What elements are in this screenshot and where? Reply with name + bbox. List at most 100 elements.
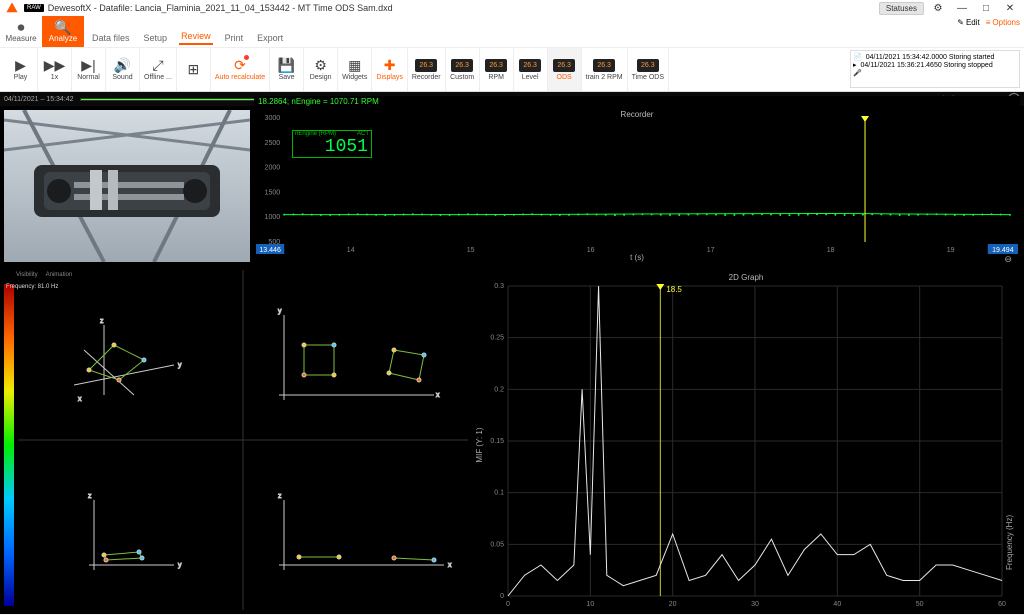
svg-text:x: x [78, 396, 82, 403]
event-row: 04/11/2021 15:34:42.0000 Storing started [866, 54, 995, 61]
svg-text:Frequency (Hz): Frequency (Hz) [1005, 515, 1014, 570]
svg-text:18: 18 [827, 247, 835, 254]
measure-tab[interactable]: ⏺ Measure [0, 16, 42, 47]
svg-text:x: x [448, 562, 452, 569]
speed-button[interactable]: ▶▶1x [38, 48, 72, 91]
svg-text:13.446: 13.446 [259, 247, 281, 254]
app-logo [4, 0, 20, 16]
play-button[interactable]: ▶Play [4, 48, 38, 91]
svg-text:0.2: 0.2 [494, 386, 504, 393]
settings-gear-icon[interactable]: ⚙ [928, 1, 948, 15]
svg-text:2D Graph: 2D Graph [729, 273, 764, 282]
recorder-button[interactable]: 26.3Recorder [408, 48, 446, 91]
svg-text:0.25: 0.25 [490, 335, 504, 342]
svg-text:14: 14 [347, 247, 355, 254]
analyze-label: Analyze [49, 34, 77, 43]
svg-text:60: 60 [998, 601, 1006, 608]
widgets-icon: ▦ [348, 58, 361, 72]
svg-text:MIF (Y: 1): MIF (Y: 1) [475, 427, 484, 462]
train2rpm-button[interactable]: 26.3train 2 RPM [582, 48, 628, 91]
auto-recalc-icon: ⟳ [234, 58, 246, 72]
offline-button[interactable]: ⤢Offline ... [140, 48, 177, 91]
rpm-button[interactable]: 26.3RPM [480, 48, 514, 91]
edit-link[interactable]: ✎ Edit [957, 18, 980, 27]
play-icon: ▶ [15, 58, 26, 72]
svg-text:⊖: ⊖ [1004, 254, 1012, 262]
measure-icon: ⏺ [18, 20, 25, 34]
svg-text:19.494: 19.494 [992, 247, 1014, 254]
recorder-readout: 18.2864; nEngine = 1070.71 RPM [254, 96, 1020, 107]
close-button[interactable]: ✕ [1000, 1, 1020, 15]
svg-text:0.15: 0.15 [490, 438, 504, 445]
svg-text:40: 40 [833, 601, 841, 608]
level-button[interactable]: 26.3Level [514, 48, 548, 91]
save-button[interactable]: 💾Save [270, 48, 304, 91]
svg-text:0: 0 [506, 601, 510, 608]
title-bar: RAW DewesoftX - Datafile: Lancia_Flamini… [0, 0, 1024, 16]
ods-button[interactable]: 26.3ODS [548, 48, 582, 91]
svg-text:z: z [88, 493, 92, 500]
svg-text:t (s): t (s) [630, 253, 644, 262]
main-tabs: ⏺ Measure 🔍 Analyze Data files Setup Revie… [0, 16, 1024, 48]
recorder-panel[interactable]: 18.2864; nEngine = 1070.71 RPM Recorder … [254, 110, 1020, 262]
svg-text:x: x [436, 392, 440, 399]
2d-graph-panel[interactable]: 2D Graph 18.5 00.050.10.150.20.250.3 010… [472, 270, 1020, 610]
analyze-icon: 🔍 [54, 20, 71, 34]
options-link[interactable]: ≡ Options [986, 18, 1020, 27]
raw-badge: RAW [24, 4, 44, 12]
timeods-button[interactable]: 26.3Time ODS [628, 48, 669, 91]
design-button[interactable]: ⚙Design [304, 48, 338, 91]
svg-text:y: y [178, 562, 182, 569]
video-panel[interactable] [4, 110, 250, 262]
subtab-setup[interactable]: Setup [142, 31, 170, 45]
svg-text:0.3: 0.3 [494, 283, 504, 290]
svg-text:y: y [178, 362, 182, 369]
minimize-button[interactable]: — [952, 1, 972, 15]
svg-text:10: 10 [586, 601, 594, 608]
svg-text:1000: 1000 [265, 214, 281, 221]
design-icon: ⚙ [314, 58, 327, 72]
speed-icon: ▶▶ [44, 58, 66, 72]
event-row: 04/11/2021 15:36:21.4650 Storing stopped [861, 62, 993, 69]
svg-text:z: z [278, 493, 282, 500]
subtab-print[interactable]: Print [223, 31, 246, 45]
toolbar: ▶Play▶▶1x▶|Normal🔊Sound⤢Offline ... ⊞ ⟳Aut… [0, 48, 1024, 92]
event-log: 📄 04/11/2021 15:34:42.0000 Storing starte… [850, 50, 1020, 88]
sound-button[interactable]: 🔊Sound [106, 48, 140, 91]
maximize-button[interactable]: □ [976, 1, 996, 15]
svg-text:19: 19 [947, 247, 955, 254]
svg-text:z: z [100, 318, 104, 325]
log-icon: 📄 [853, 53, 862, 61]
displays-button[interactable]: ✚Displays [372, 48, 407, 91]
auto-recalc-button[interactable]: ⟳Auto recalculate [211, 48, 270, 91]
analyze-tab[interactable]: 🔍 Analyze [42, 16, 84, 47]
subtab-data-files[interactable]: Data files [90, 31, 132, 45]
svg-text:0.05: 0.05 [490, 541, 504, 548]
displays-icon: ✚ [384, 58, 396, 72]
widgets-button[interactable]: ▦Widgets [338, 48, 372, 91]
recorder-title: Recorder [254, 110, 1020, 119]
statuses-button[interactable]: Statuses [879, 2, 924, 15]
sound-icon: 🔊 [114, 58, 131, 72]
custom-button[interactable]: 26.3Custom [446, 48, 480, 91]
sub-tabs: Data files Setup Review Print Export [90, 16, 285, 47]
cursor-icon: ▸ [853, 61, 857, 69]
svg-text:30: 30 [751, 601, 759, 608]
svg-text:15: 15 [467, 247, 475, 254]
mic-icon: 🎤 [853, 69, 862, 77]
svg-text:2500: 2500 [265, 140, 281, 147]
svg-text:16: 16 [587, 247, 595, 254]
svg-text:50: 50 [916, 601, 924, 608]
svg-text:0.1: 0.1 [494, 490, 504, 497]
grid-icon: ⊞ [188, 62, 200, 76]
geometry-panel[interactable]: Visibility Animation Frequency: 81.0 Hz … [4, 270, 468, 610]
engine-rpm-value: 1051 [293, 137, 371, 157]
mode-button[interactable]: ▶|Normal [72, 48, 106, 91]
svg-text:17: 17 [707, 247, 715, 254]
grid-button[interactable]: ⊞ [177, 48, 211, 91]
subtab-export[interactable]: Export [255, 31, 285, 45]
subtab-review[interactable]: Review [179, 29, 213, 45]
svg-text:y: y [278, 308, 282, 315]
timeline-start: 04/11/2021 – 15:34:42 [4, 96, 74, 103]
mode-icon: ▶| [81, 58, 95, 72]
